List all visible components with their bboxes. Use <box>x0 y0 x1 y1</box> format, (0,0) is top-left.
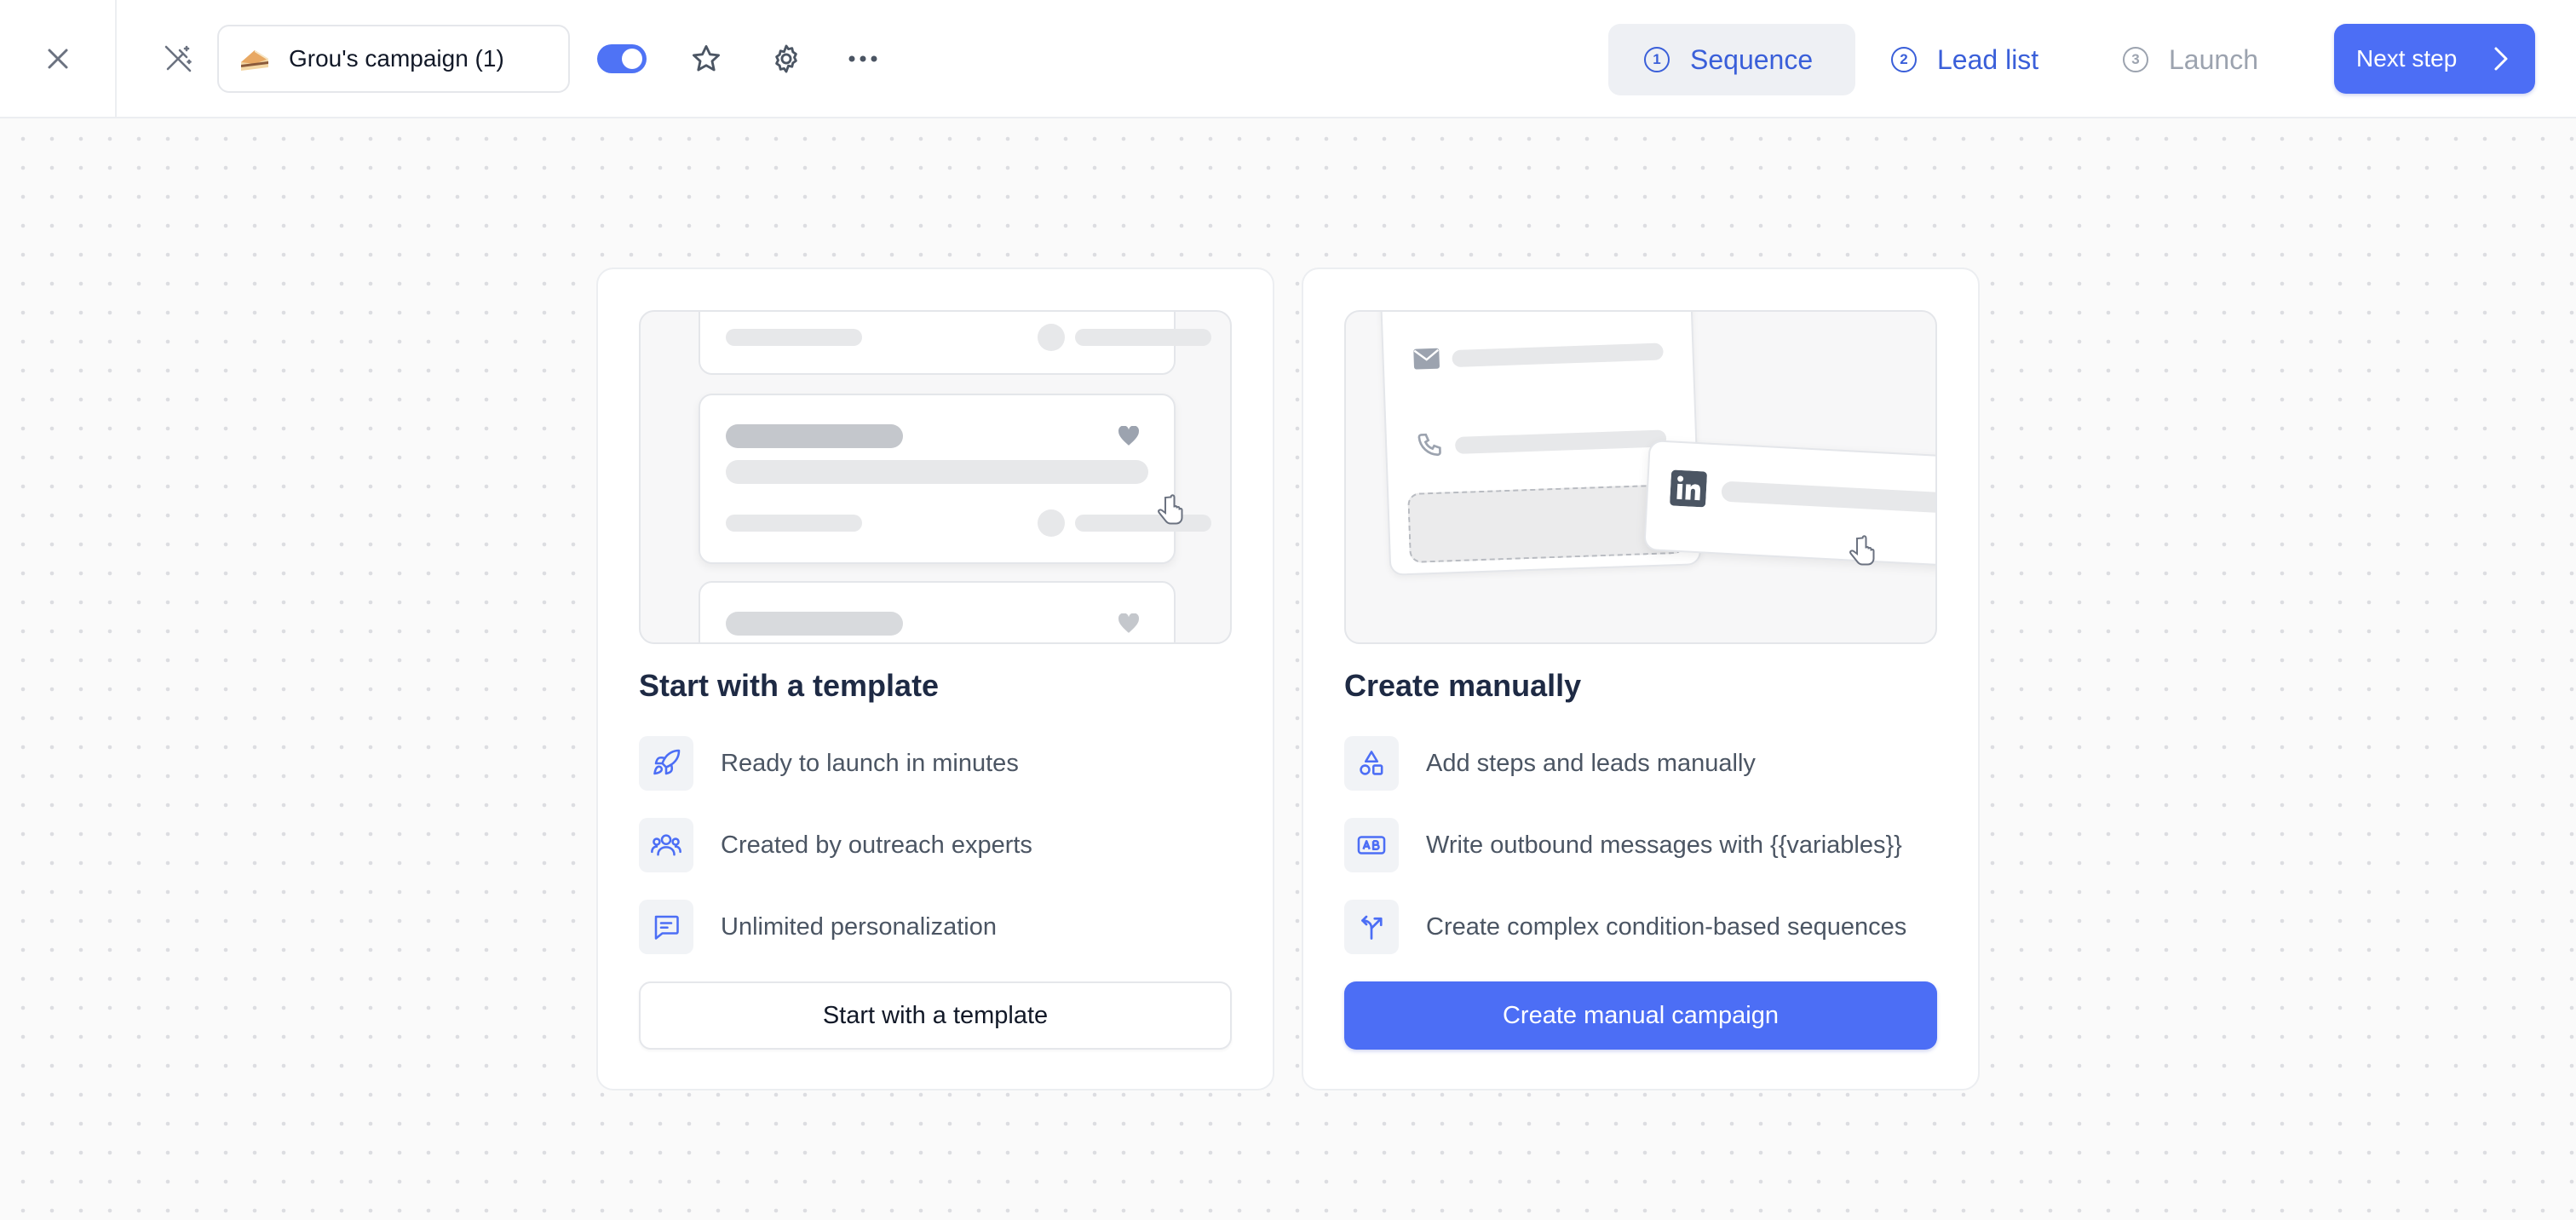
feature-item: Created by outreach experts <box>639 818 1032 872</box>
feature-item: Unlimited personalization <box>639 900 997 954</box>
chevron-right-icon <box>2494 47 2508 71</box>
feature-item: Add steps and leads manually <box>1344 736 1756 791</box>
message-icon <box>639 900 693 954</box>
feature-item: Write outbound messages with {{variables… <box>1344 818 1902 872</box>
close-area <box>0 0 117 118</box>
template-illustration <box>639 310 1232 644</box>
users-icon <box>639 818 693 872</box>
feature-text: Created by outreach experts <box>721 831 1032 859</box>
illustration-card <box>699 312 1211 375</box>
feature-item: Ready to launch in minutes <box>639 736 1019 791</box>
template-card-title: Start with a template <box>639 668 940 703</box>
feature-text: Unlimited personalization <box>721 912 997 941</box>
illustration-card <box>699 581 1176 642</box>
manual-illustration <box>1344 310 1937 644</box>
manual-card-title: Create manually <box>1344 668 1582 703</box>
illustration-linkedin-card <box>1643 440 1935 567</box>
rocket-icon <box>639 736 693 791</box>
top-toolbar: Grou's campaign (1) 1 Sequence 2 Lead li… <box>0 0 2576 118</box>
toggle-knob <box>622 48 642 69</box>
split-arrow-icon <box>1344 900 1399 954</box>
shapes-icon <box>1344 736 1399 791</box>
next-step-button[interactable]: Next step <box>2334 24 2535 94</box>
step-number: 3 <box>2123 47 2148 72</box>
campaign-name-field[interactable]: Grou's campaign (1) <box>217 24 570 93</box>
illustration-card-highlighted <box>699 394 1211 564</box>
star-icon[interactable] <box>684 37 728 81</box>
hand-pointer-icon <box>1849 535 1875 566</box>
create-manual-campaign-button[interactable]: Create manual campaign <box>1344 981 1937 1050</box>
step-tab-sequence[interactable]: 1 Sequence <box>1608 24 1855 95</box>
step-navigation: 1 Sequence 2 Lead list 3 Launch <box>1608 24 2329 95</box>
feature-text: Write outbound messages with {{variables… <box>1426 831 1902 859</box>
cake-emoji-icon <box>241 49 268 71</box>
linkedin-icon <box>1670 469 1707 508</box>
feature-text: Add steps and leads manually <box>1426 749 1756 777</box>
step-tab-launch[interactable]: 3 Launch <box>2087 24 2329 95</box>
feature-text: Ready to launch in minutes <box>721 749 1019 777</box>
more-options-icon[interactable] <box>841 37 885 81</box>
campaign-active-toggle[interactable] <box>597 43 647 73</box>
envelope-icon <box>1413 348 1440 370</box>
campaign-name-text: Grou's campaign (1) <box>289 44 504 72</box>
start-with-template-button[interactable]: Start with a template <box>639 981 1232 1050</box>
heart-icon <box>1118 426 1139 446</box>
next-step-label: Next step <box>2356 45 2458 72</box>
step-number: 1 <box>1644 47 1670 72</box>
close-icon[interactable] <box>45 46 71 72</box>
settings-gear-icon[interactable] <box>764 37 808 81</box>
manual-option-card: Create manually Add steps and leads manu… <box>1302 268 1980 1091</box>
step-tab-lead-list[interactable]: 2 Lead list <box>1855 24 2087 95</box>
template-option-card: Start with a template Ready to launch in… <box>596 268 1274 1091</box>
step-label: Sequence <box>1690 43 1814 75</box>
hand-pointer-icon <box>1158 494 1183 525</box>
feature-text: Create complex condition-based sequences <box>1426 912 1907 941</box>
variable-ab-icon <box>1344 818 1399 872</box>
feature-item: Create complex condition-based sequences <box>1344 900 1906 954</box>
step-label: Launch <box>2169 43 2258 75</box>
heart-icon <box>1118 613 1139 633</box>
phone-icon <box>1417 433 1441 457</box>
step-label: Lead list <box>1937 43 2039 75</box>
step-number: 2 <box>1891 47 1917 72</box>
magic-wand-off-icon[interactable] <box>156 37 200 81</box>
